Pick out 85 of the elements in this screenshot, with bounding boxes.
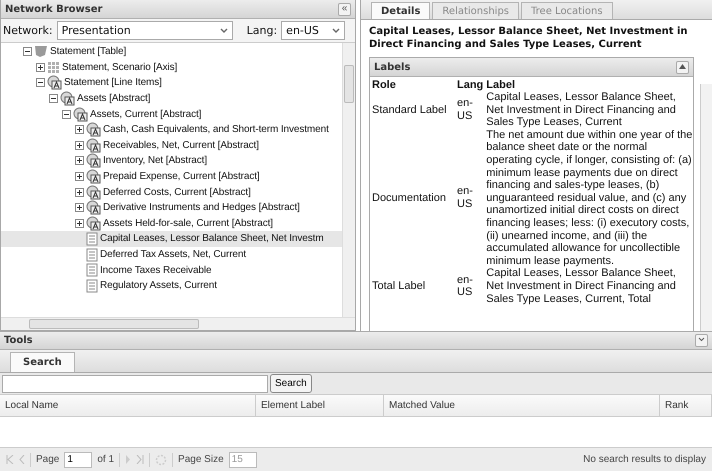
tree-node[interactable]: Derivative Instruments and Hedges [Abstract]: [1, 200, 342, 216]
collapse-icon[interactable]: [62, 110, 71, 119]
tab[interactable]: Search: [10, 352, 75, 372]
tree-node[interactable]: Capital Leases, Lessor Balance Sheet, Net Investm: [1, 231, 342, 247]
tree-node[interactable]: Income Taxes Receivable: [1, 262, 342, 278]
tree-node[interactable]: Regulatory Assets, Current: [1, 278, 342, 294]
expand-icon[interactable]: [75, 156, 84, 166]
tree-node[interactable]: Assets [Abstract]: [1, 90, 342, 106]
column-header[interactable]: Element Label: [256, 395, 384, 416]
tree-node[interactable]: Inventory, Net [Abstract]: [1, 153, 342, 169]
expand-icon[interactable]: [75, 172, 84, 182]
column-header[interactable]: Matched Value: [384, 395, 660, 416]
page-label: Page: [36, 454, 60, 465]
tree-node[interactable]: Deferred Costs, Current [Abstract]: [1, 184, 342, 200]
expand-icon[interactable]: [75, 125, 84, 134]
abstract-concept-icon: [86, 122, 101, 138]
expand-icon[interactable]: [75, 203, 84, 212]
table-cell: Documentation: [372, 128, 457, 268]
table-cell: The net amount due within one year of the balance sheet date or the normal operating cycle, if longer, consisting of: (a) minimum lease payments due on direct financing and sales-type leases, (b) unguaranteed residual value, and (c) any unamortized initial direct costs on direct financing leases; less: (i) executory costs, (ii) unearned income, and (iii) the accumulated allowance for uncollectible minimum lease payments.: [486, 128, 693, 268]
tree-node[interactable]: Cash, Cash Equivalents, and Short-term Investment: [1, 122, 342, 138]
abstract-concept-icon: [86, 169, 101, 184]
vertical-scrollbar[interactable]: [342, 43, 355, 317]
tree-node[interactable]: Statement, Scenario [Axis]: [1, 60, 342, 76]
shield-icon: [34, 45, 48, 58]
table-cell: en-US: [457, 267, 486, 306]
abstract-concept-icon: [86, 138, 101, 153]
page-size-label: Page Size: [178, 454, 224, 465]
vertical-scrollbar[interactable]: [700, 84, 712, 331]
table-cell: Total Label: [372, 267, 457, 306]
column-header[interactable]: Rank: [660, 395, 712, 416]
abstract-concept-icon: [86, 200, 101, 216]
expand-icon[interactable]: [75, 188, 84, 197]
abstract-concept-icon: [86, 153, 101, 168]
tree-node[interactable]: Statement [Table]: [1, 44, 342, 60]
caret-up-icon: [679, 64, 686, 69]
collapse-button[interactable]: [676, 60, 689, 74]
column-header: Lang: [457, 77, 486, 91]
document-icon: [86, 248, 98, 262]
page-count: of 1: [97, 454, 114, 465]
table-cell-text: Capital Leases, Lessor Balance Sheet, Net Investment in Direct Financing and Sales Type Leases, Current: [486, 91, 677, 129]
concept-title: Capital Leases, Lessor Balance Sheet, Net Investment in Direct Financing and Sales Type Leases, Current: [369, 25, 689, 51]
status-text: No search results to display: [583, 454, 706, 465]
abstract-concept-icon: [86, 216, 101, 231]
tab[interactable]: Details: [371, 2, 430, 19]
tree-node[interactable]: Receivables, Net, Current [Abstract]: [1, 138, 342, 154]
document-icon: [86, 232, 98, 246]
tree-node[interactable]: Assets, Current [Abstract]: [1, 106, 342, 122]
abstract-concept-icon: [73, 106, 88, 122]
tree-node[interactable]: Prepaid Expense, Current [Abstract]: [1, 168, 342, 184]
document-icon: [86, 278, 98, 293]
network-label: Network:: [3, 24, 53, 37]
collapse-icon[interactable]: [36, 78, 45, 88]
tree-node[interactable]: Assets Held-for-sale, Current [Abstract]: [1, 216, 342, 232]
tree-node[interactable]: Statement [Line Items]: [1, 75, 342, 91]
collapse-button[interactable]: [695, 334, 708, 347]
abstract-concept-icon: [86, 184, 101, 200]
lang-label: Lang:: [246, 24, 278, 37]
collapse-icon[interactable]: [23, 47, 32, 56]
panel-title: Network Browser: [5, 4, 102, 14]
table-cell: en-US: [457, 128, 486, 268]
network-select[interactable]: Presentation: [56, 21, 233, 40]
tree-node[interactable]: Deferred Tax Assets, Net, Current: [1, 246, 342, 262]
expand-icon[interactable]: [75, 140, 84, 150]
page-field[interactable]: 1: [64, 452, 92, 468]
search-button[interactable]: Search: [270, 374, 312, 393]
search-field[interactable]: [2, 374, 268, 392]
panel-title: Tools: [4, 335, 33, 346]
abstract-concept-icon: [47, 75, 62, 90]
expand-icon[interactable]: [36, 62, 45, 72]
lang-select[interactable]: en-US: [281, 21, 346, 40]
column-header[interactable]: Local Name: [0, 395, 256, 416]
column-header: Role: [372, 78, 397, 91]
grid-icon: [47, 60, 60, 74]
table-cell-text: Capital Leases, Lessor Balance Sheet, Net Investment in Direct Financing and Sales Type Leases, Current, Total: [486, 267, 677, 306]
column-header: Label: [486, 78, 516, 91]
collapse-icon[interactable]: [49, 94, 58, 104]
abstract-concept-icon: [60, 91, 75, 106]
expand-icon[interactable]: [75, 218, 84, 228]
document-icon: [86, 263, 98, 278]
chevron-down-icon: [698, 336, 705, 342]
table-cell: Standard Label: [372, 91, 457, 129]
panel-title: Labels: [374, 62, 410, 72]
table-cell: en-US: [457, 91, 486, 129]
horizontal-scrollbar[interactable]: [1, 317, 355, 330]
collapse-button[interactable]: «: [338, 2, 351, 16]
